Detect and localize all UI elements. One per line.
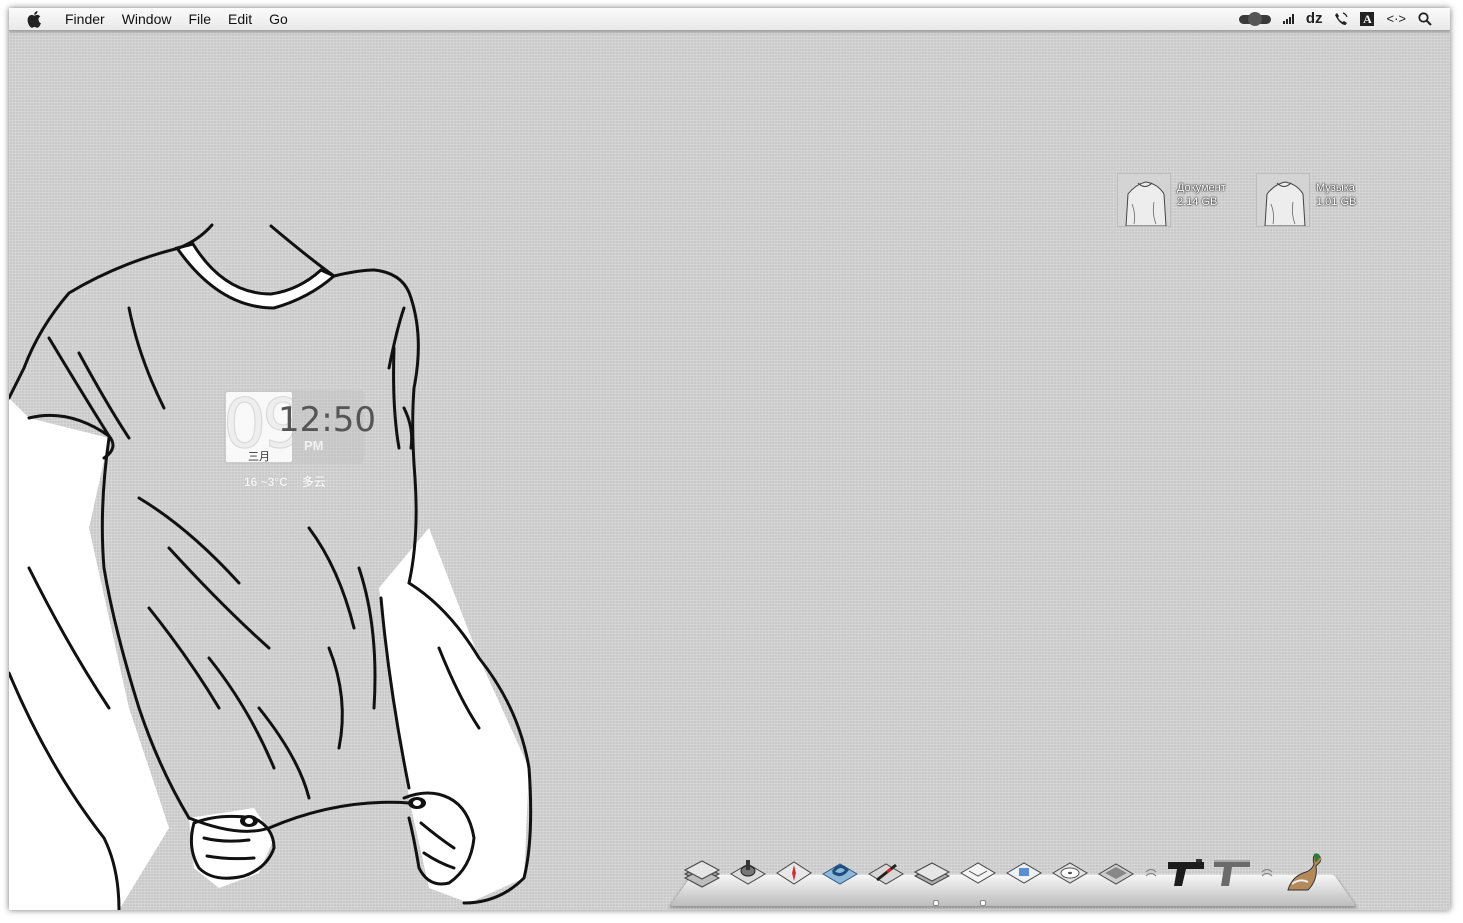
desktop-drive-dokument[interactable]: Документ 2.14 GB [1117,173,1226,227]
plain-stack-icon[interactable] [912,852,952,894]
pen-icon[interactable] [866,852,906,894]
font-icon[interactable]: A [1360,12,1375,26]
drive-size: 2.14 GB [1177,196,1218,208]
code-brackets-icon[interactable]: <·> [1386,8,1406,30]
search-icon[interactable] [1418,12,1432,26]
running-indicator [933,900,939,906]
drive-icon[interactable] [1256,173,1310,227]
compass-icon[interactable] [774,852,814,894]
desktop-screen: Finder Window File Edit Go dz A <·> 09 三… [9,8,1450,910]
duck-icon[interactable] [1282,852,1322,894]
running-indicator [980,900,986,906]
drive-size: 1.01 GB [1316,196,1357,208]
blue-link-icon[interactable] [820,852,860,894]
menu-window[interactable]: Window [122,8,172,30]
drive-name: Документ [1177,182,1226,194]
disk-utility-icon[interactable] [728,852,768,894]
weather-info: 16 ~3°C 多云 [244,473,326,490]
stack-icon[interactable] [682,852,722,894]
preview-icon[interactable] [1004,852,1044,894]
toggle-icon[interactable] [1238,11,1271,26]
menu-go[interactable]: Go [269,8,288,30]
dock-separator [1142,852,1160,894]
drive-icon[interactable] [1096,852,1136,894]
pistol-icon[interactable] [1166,852,1206,894]
clock-widget[interactable]: 09 三月 12:50 PM 16 ~3°C 多云 [224,388,376,490]
menu-file[interactable]: File [188,8,211,30]
apple-logo-icon[interactable] [27,10,43,28]
drive-name: Музыка [1316,182,1355,194]
revolver-icon[interactable] [1212,852,1252,894]
weather-condition: 多云 [301,475,326,489]
drive-icon[interactable] [1117,173,1171,227]
menu-edit[interactable]: Edit [228,8,252,30]
weather-temperature: 16 ~3°C [244,475,288,489]
dz-icon[interactable]: dz [1306,8,1323,30]
desktop-drive-muzyka[interactable]: Музыка 1.01 GB [1256,173,1356,227]
clock-time: 12:50 [278,400,376,440]
menu-finder[interactable]: Finder [65,8,105,30]
dock-separator [1258,852,1276,894]
clock-month: 三月 [248,451,270,462]
clock-ampm: PM [304,438,324,453]
dock [662,846,1357,910]
mail-icon[interactable] [958,852,998,894]
phone-icon[interactable] [1334,12,1349,26]
dvd-icon[interactable] [1050,852,1090,894]
menu-bar: Finder Window File Edit Go dz A <·> [9,8,1450,31]
signal-icon[interactable] [1282,14,1294,24]
